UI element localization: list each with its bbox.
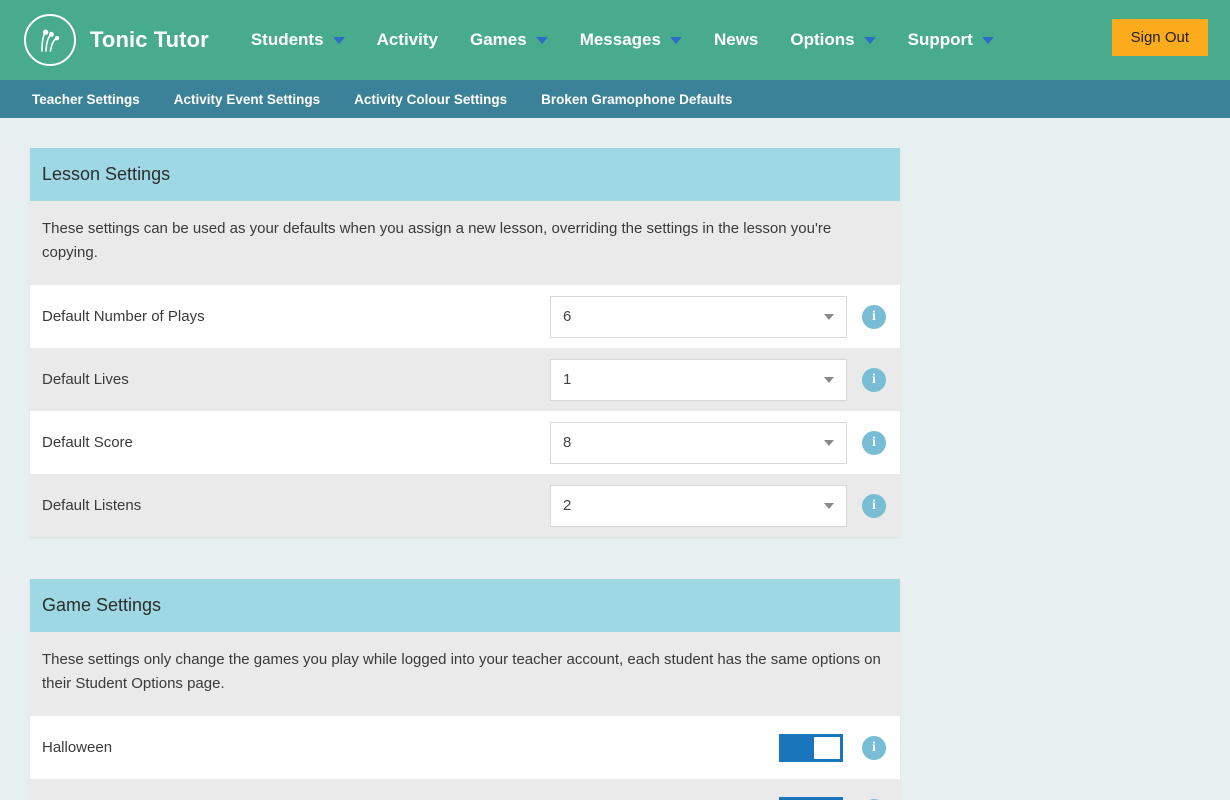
setting-control: i: [550, 734, 888, 762]
setting-row-default-lives: Default Lives 1 i: [30, 348, 900, 411]
default-score-select[interactable]: 8: [550, 422, 847, 464]
top-navigation-bar: Tonic Tutor Students Activity Games Mess…: [0, 0, 1230, 80]
chevron-down-icon: [824, 377, 834, 383]
subnav-item-teacher-settings[interactable]: Teacher Settings: [32, 92, 140, 107]
halloween-toggle[interactable]: [779, 734, 843, 762]
select-value: 6: [563, 308, 571, 325]
chevron-down-icon: [824, 314, 834, 320]
setting-label: Default Lives: [42, 371, 550, 388]
setting-control: i: [550, 797, 888, 800]
setting-label: Default Listens: [42, 497, 550, 514]
toggle-container: [550, 734, 847, 762]
info-icon[interactable]: i: [862, 305, 886, 329]
panel-description: These settings only change the games you…: [30, 632, 900, 716]
setting-control: 1 i: [550, 359, 888, 401]
tonic-tutor-logo-icon[interactable]: [24, 14, 76, 66]
nav-item-games[interactable]: Games: [454, 0, 564, 80]
setting-row-default-listens: Default Listens 2 i: [30, 474, 900, 537]
select-value: 8: [563, 434, 571, 451]
toggle-knob: [814, 737, 840, 759]
nav-item-label: Activity: [377, 30, 438, 50]
main-nav-items: Students Activity Games Messages News Op…: [235, 0, 1010, 80]
nav-item-support[interactable]: Support: [892, 0, 1010, 80]
toggle-container: [550, 797, 847, 800]
setting-row-christmas: Christmas i: [30, 779, 900, 800]
setting-control: 6 i: [550, 296, 888, 338]
nav-item-label: Support: [908, 30, 973, 50]
chevron-down-icon: [333, 37, 345, 44]
page-content: Lesson Settings These settings can be us…: [0, 118, 1230, 800]
sign-out-button[interactable]: Sign Out: [1112, 19, 1208, 56]
chevron-down-icon: [824, 503, 834, 509]
nav-item-news[interactable]: News: [698, 0, 774, 80]
default-number-of-plays-select[interactable]: 6: [550, 296, 847, 338]
chevron-down-icon: [670, 37, 682, 44]
info-icon[interactable]: i: [862, 494, 886, 518]
setting-row-default-number-of-plays: Default Number of Plays 6 i: [30, 285, 900, 348]
nav-item-options[interactable]: Options: [774, 0, 891, 80]
info-icon[interactable]: i: [862, 368, 886, 392]
nav-item-activity[interactable]: Activity: [361, 0, 454, 80]
chevron-down-icon: [536, 37, 548, 44]
nav-item-label: Students: [251, 30, 324, 50]
lesson-settings-panel: Lesson Settings These settings can be us…: [30, 148, 900, 537]
info-icon[interactable]: i: [862, 431, 886, 455]
christmas-toggle[interactable]: [779, 797, 843, 800]
default-lives-select[interactable]: 1: [550, 359, 847, 401]
game-settings-panel: Game Settings These settings only change…: [30, 579, 900, 800]
panel-title: Game Settings: [30, 579, 900, 632]
nav-item-students[interactable]: Students: [235, 0, 361, 80]
select-value: 2: [563, 497, 571, 514]
brand-title[interactable]: Tonic Tutor: [90, 27, 209, 53]
setting-label: Halloween: [42, 739, 550, 756]
setting-label: Default Score: [42, 434, 550, 451]
setting-row-default-score: Default Score 8 i: [30, 411, 900, 474]
setting-control: 2 i: [550, 485, 888, 527]
chevron-down-icon: [824, 440, 834, 446]
panel-description: These settings can be used as your defau…: [30, 201, 900, 285]
nav-item-label: Messages: [580, 30, 661, 50]
subnav-item-activity-colour-settings[interactable]: Activity Colour Settings: [354, 92, 507, 107]
setting-control: 8 i: [550, 422, 888, 464]
chevron-down-icon: [982, 37, 994, 44]
setting-label: Default Number of Plays: [42, 308, 550, 325]
nav-item-messages[interactable]: Messages: [564, 0, 698, 80]
default-listens-select[interactable]: 2: [550, 485, 847, 527]
subnav-item-broken-gramophone-defaults[interactable]: Broken Gramophone Defaults: [541, 92, 732, 107]
nav-item-label: Options: [790, 30, 854, 50]
nav-item-label: Games: [470, 30, 527, 50]
info-icon[interactable]: i: [862, 736, 886, 760]
subnav-item-activity-event-settings[interactable]: Activity Event Settings: [174, 92, 320, 107]
select-value: 1: [563, 371, 571, 388]
setting-row-halloween: Halloween i: [30, 716, 900, 779]
secondary-navigation-bar: Teacher Settings Activity Event Settings…: [0, 80, 1230, 118]
chevron-down-icon: [864, 37, 876, 44]
panel-title: Lesson Settings: [30, 148, 900, 201]
nav-item-label: News: [714, 30, 758, 50]
